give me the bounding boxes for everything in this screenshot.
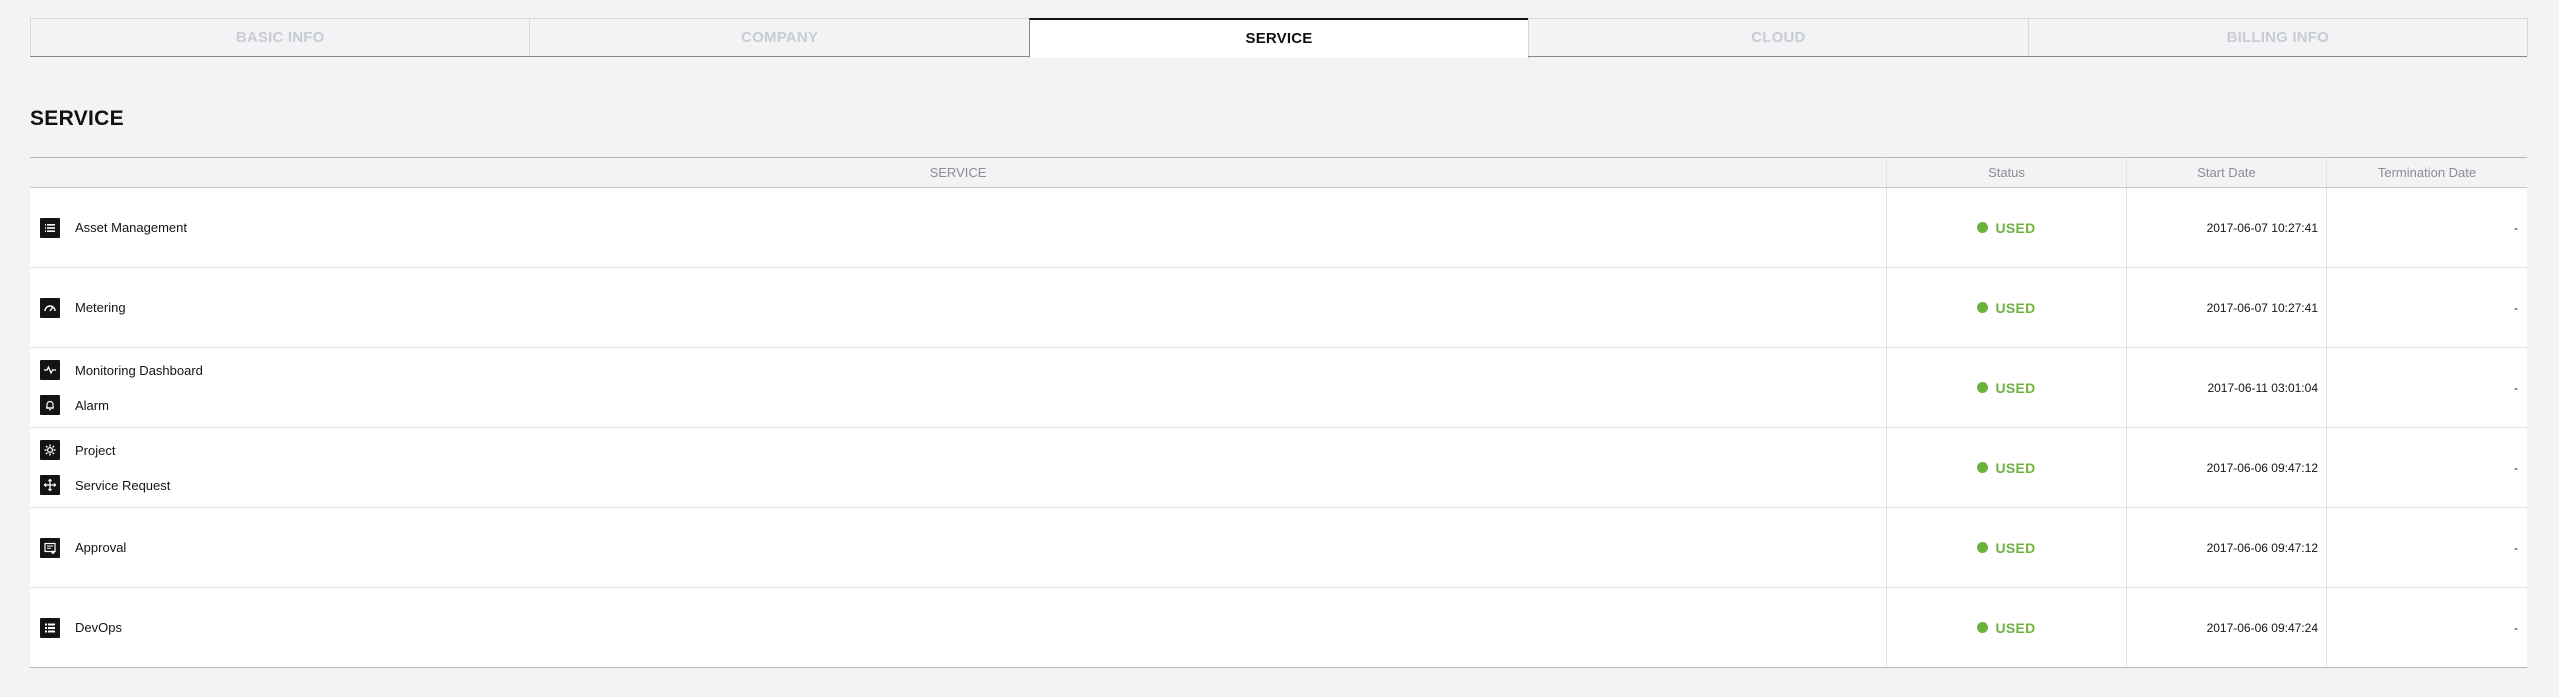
table-header: SERVICE Status Start Date Termination Da… — [30, 158, 2527, 188]
move-arrows-icon — [40, 475, 60, 495]
status-cell: USED — [1887, 508, 2127, 587]
page: BASIC INFO COMPANY SERVICE CLOUD BILLING… — [30, 18, 2529, 668]
start-date: 2017-06-07 10:27:41 — [2127, 188, 2327, 267]
service-label: DevOps — [75, 620, 122, 635]
status-cell: USED — [1887, 588, 2127, 667]
header-service: SERVICE — [30, 158, 1887, 187]
termination-date: - — [2514, 220, 2518, 235]
gauge-icon — [40, 297, 60, 318]
table-row: Asset Management USED 2017-06-07 10:27:4… — [30, 188, 2527, 268]
start-date: 2017-06-11 03:01:04 — [2127, 348, 2327, 427]
header-status: Status — [1887, 158, 2127, 187]
tab-billing-info[interactable]: BILLING INFO — [2027, 18, 2529, 56]
service-cell: Asset Management — [30, 188, 1887, 267]
table-row: Project Service Request USED 2017-06-06 … — [30, 428, 2527, 508]
service-cell: Metering — [30, 268, 1887, 347]
header-termination-date: Termination Date — [2377, 165, 2477, 180]
status-badge: USED — [1995, 219, 2036, 236]
termination-date: - — [2514, 460, 2518, 475]
service-label: Service Request — [75, 477, 171, 493]
tab-cloud[interactable]: CLOUD — [1528, 18, 2029, 56]
bell-icon — [40, 395, 60, 415]
tab-company[interactable]: COMPANY — [529, 18, 1030, 56]
tab-service[interactable]: SERVICE — [1028, 18, 1530, 58]
status-badge: USED — [1995, 459, 2036, 476]
status-cell: USED — [1887, 348, 2127, 427]
service-item: Asset Management — [40, 210, 187, 245]
service-item: DevOps — [40, 610, 122, 645]
table-row: Metering USED 2017-06-07 10:27:41 - — [30, 268, 2527, 348]
status-dot-icon — [1977, 382, 1989, 393]
status-badge: USED — [1995, 379, 2036, 396]
status-dot-icon — [1977, 462, 1989, 473]
table-row: DevOps USED 2017-06-06 09:47:24 - — [30, 588, 2527, 667]
gear-icon — [40, 440, 60, 460]
service-cell: DevOps — [30, 588, 1887, 667]
tab-basic-info[interactable]: BASIC INFO — [30, 18, 531, 56]
status-dot-icon — [1977, 222, 1989, 233]
service-item: Service Request — [40, 468, 170, 503]
service-label: Approval — [75, 540, 127, 555]
status-dot-icon — [1977, 542, 1989, 553]
service-label: Monitoring Dashboard — [75, 362, 203, 378]
status-dot-icon — [1977, 302, 1989, 313]
termination-date: - — [2514, 540, 2518, 555]
status-cell: USED — [1887, 428, 2127, 507]
service-table: SERVICE Status Start Date Termination Da… — [30, 157, 2527, 668]
service-item: Project — [40, 433, 115, 468]
service-cell: Approval — [30, 508, 1887, 587]
status-badge: USED — [1995, 619, 2036, 636]
start-date: 2017-06-07 10:27:41 — [2127, 268, 2327, 347]
status-badge: USED — [1995, 299, 2036, 316]
service-label: Alarm — [75, 397, 109, 413]
page-title: SERVICE — [30, 107, 124, 130]
table-row: Monitoring Dashboard Alarm USED 2017-06-… — [30, 348, 2527, 428]
start-date: 2017-06-06 09:47:12 — [2127, 508, 2327, 587]
devops-icon — [40, 617, 60, 638]
service-item: Alarm — [40, 388, 109, 423]
service-label: Project — [75, 442, 116, 458]
approval-icon — [40, 537, 60, 558]
asset-management-icon — [40, 217, 60, 238]
service-item: Monitoring Dashboard — [40, 353, 203, 388]
termination-date: - — [2514, 620, 2518, 635]
pulse-icon — [40, 360, 60, 380]
start-date: 2017-06-06 09:47:12 — [2127, 428, 2327, 507]
service-label: Metering — [75, 300, 126, 315]
service-item: Approval — [40, 530, 126, 565]
start-date: 2017-06-06 09:47:24 — [2127, 588, 2327, 667]
status-badge: USED — [1995, 539, 2036, 556]
tab-bar: BASIC INFO COMPANY SERVICE CLOUD BILLING… — [30, 18, 2529, 58]
status-dot-icon — [1977, 622, 1989, 633]
header-start-date: Start Date — [2127, 158, 2327, 187]
status-cell: USED — [1887, 268, 2127, 347]
service-cell: Project Service Request — [30, 428, 1887, 507]
status-cell: USED — [1887, 188, 2127, 267]
service-cell: Monitoring Dashboard Alarm — [30, 348, 1887, 427]
termination-date: - — [2514, 300, 2518, 315]
termination-date: - — [2514, 380, 2518, 395]
service-label: Asset Management — [75, 220, 188, 235]
service-item: Metering — [40, 290, 126, 325]
table-row: Approval USED 2017-06-06 09:47:12 - — [30, 508, 2527, 588]
